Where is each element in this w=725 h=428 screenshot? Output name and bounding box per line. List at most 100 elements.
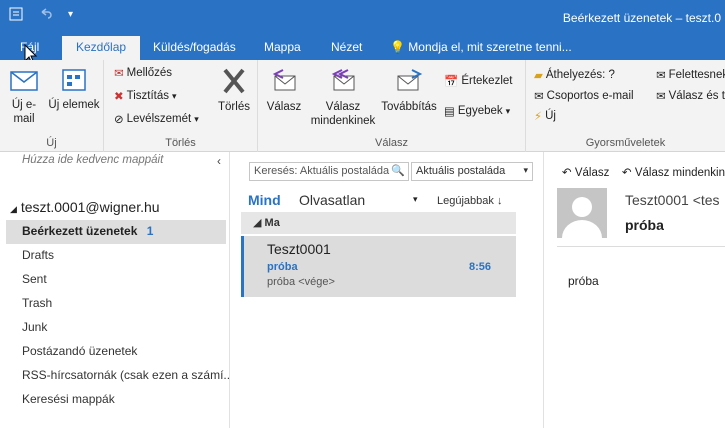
message-sender: Teszt0001: [267, 241, 331, 257]
filter-dropdown-icon[interactable]: ▾: [413, 194, 418, 205]
customize-qat-icon[interactable]: ▾: [68, 9, 73, 20]
search-placeholder: Keresés: Aktuális postaláda: [254, 165, 390, 177]
account-header[interactable]: ◢ teszt.0001@wigner.hu: [10, 199, 160, 215]
meeting-label: Értekezlet: [461, 75, 513, 87]
folder-pane: Húzza ide kedvenc mappáit ‹ ◢ teszt.0001…: [0, 152, 233, 428]
email-icon: ✉: [534, 91, 544, 103]
reply-label: Válasz: [266, 101, 302, 113]
filter-all[interactable]: Mind: [248, 192, 281, 208]
send-receive-icon[interactable]: [8, 6, 24, 22]
lightbulb-icon: 💡: [390, 40, 405, 54]
folder-search[interactable]: Keresési mappák: [22, 392, 115, 406]
group-new: Új e-mail Új elemek Új: [0, 60, 104, 152]
favorites-hint: Húzza ide kedvenc mappáit: [22, 154, 164, 166]
delete-label: Törlés: [218, 101, 250, 113]
reading-reply-label: Válasz: [574, 167, 610, 179]
meeting-button[interactable]: 📅 Értekezlet: [444, 74, 512, 88]
sort-button[interactable]: Legújabbak ↓: [437, 195, 502, 207]
delete-icon: [223, 68, 245, 94]
reading-sender: Teszt0001 <tes: [625, 192, 720, 208]
chevron-down-icon: ▾: [172, 90, 177, 101]
search-input[interactable]: Keresés: Aktuális postaláda 🔍: [249, 162, 409, 181]
tell-me-box[interactable]: 💡 Mondja el, mit szeretne tenni...: [390, 40, 572, 54]
folder-junk[interactable]: Junk: [22, 320, 47, 334]
group-header-label: Ma: [264, 217, 280, 229]
reading-divider: [557, 246, 725, 247]
sort-label: Legújabbak: [437, 195, 494, 207]
person-icon: [562, 197, 602, 238]
quickstep-to-manager[interactable]: ✉ Felettesnek: [656, 68, 725, 82]
group-new-label: Új: [46, 137, 57, 149]
chevron-down-icon: ▾: [523, 165, 528, 175]
new-items-icon: [62, 69, 86, 91]
tab-home[interactable]: Kezdőlap: [62, 36, 141, 60]
junk-button[interactable]: ⊘ Levélszemét ▾: [114, 112, 199, 126]
new-items-button[interactable]: Új elemek: [46, 66, 102, 112]
group-header-today[interactable]: ◢ Ma: [241, 212, 516, 234]
cleanup-icon: ✖: [114, 91, 124, 103]
new-email-icon: [10, 71, 38, 91]
tab-view[interactable]: Nézet: [331, 40, 362, 54]
collapse-triangle-icon: ◢: [253, 217, 262, 229]
ribbon: Új e-mail Új elemek Új ✉ Mellőzés ✖ Tisztí…: [0, 60, 725, 152]
unread-count: 1: [146, 224, 154, 238]
search-scope-dropdown[interactable]: Aktuális postaláda ▾: [411, 162, 533, 181]
folder-outbox[interactable]: Postázandó üzenetek: [22, 344, 137, 358]
folder-inbox[interactable]: Beérkezett üzenetek 1: [22, 224, 153, 238]
reply-all-icon: ↶: [622, 167, 632, 179]
filter-bar: Mind Olvasatlan ▾ Legújabbak ↓: [248, 192, 538, 210]
tab-send-receive[interactable]: Küldés/fogadás: [153, 40, 236, 54]
avatar: [557, 188, 607, 238]
reply-all-button[interactable]: Válasz mindenkinek: [308, 66, 378, 128]
collapse-pane-icon[interactable]: ‹: [217, 154, 221, 168]
folder-trash[interactable]: Trash: [22, 296, 52, 310]
forward-icon: ✉: [656, 70, 666, 82]
forward-label: Továbbítás: [381, 101, 437, 113]
chevron-down-icon: ▾: [194, 113, 199, 124]
folder-drafts[interactable]: Drafts: [22, 248, 54, 262]
quickstep-reply-delete[interactable]: ✉ Válasz és t: [656, 89, 725, 103]
cleanup-label: Tisztítás: [126, 90, 170, 102]
message-item[interactable]: Teszt0001 próba 8:56 próba <vége>: [241, 236, 516, 297]
ignore-button[interactable]: ✉ Mellőzés: [114, 66, 172, 80]
title-bar: ▾ Beérkezett üzenetek – teszt.0: [0, 0, 725, 34]
junk-icon: ⊘: [114, 114, 124, 126]
ignore-label: Mellőzés: [126, 67, 173, 79]
chevron-down-icon: ▾: [505, 105, 511, 116]
group-delete: ✉ Mellőzés ✖ Tisztítás ▾ ⊘ Levélszemét ▾ Törl…: [104, 60, 258, 152]
filter-unread[interactable]: Olvasatlan: [299, 192, 365, 208]
quickstep-team-email[interactable]: ✉ Csoportos e-mail: [534, 89, 634, 103]
new-email-button[interactable]: Új e-mail: [4, 66, 44, 126]
folder-rss[interactable]: RSS-hírcsatornák (csak ezen a számí...: [22, 368, 233, 382]
undo-icon[interactable]: [38, 6, 54, 22]
message-list: Keresés: Aktuális postaláda 🔍 Aktuális p…: [231, 152, 544, 428]
message-time: 8:56: [468, 261, 491, 273]
message-subject: próba: [267, 261, 298, 273]
tell-me-label: Mondja el, mit szeretne tenni...: [408, 40, 572, 54]
quickstep-move-to[interactable]: ▰ Áthelyezés: ?: [534, 68, 615, 82]
reply-button[interactable]: Válasz: [264, 66, 304, 114]
reading-reply-button[interactable]: ↶ Válasz: [562, 165, 609, 179]
new-items-label: Új elemek: [48, 99, 100, 111]
more-button[interactable]: ▤ Egyebek ▾: [444, 104, 510, 118]
new-qs-label: Új: [545, 110, 556, 122]
tab-folder[interactable]: Mappa: [264, 40, 301, 54]
reply-icon: ↶: [562, 167, 572, 179]
new-email-label: Új e-mail: [11, 99, 37, 125]
quickstep-new[interactable]: ⚡ Új: [534, 109, 556, 123]
group-respond: Válasz Válasz mindenkinek Továbbítás 📅 Ér…: [258, 60, 526, 152]
folder-sent[interactable]: Sent: [22, 272, 47, 286]
cleanup-button[interactable]: ✖ Tisztítás ▾: [114, 89, 177, 103]
reading-reply-all-button[interactable]: ↶ Válasz mindenkinek: [622, 165, 725, 179]
forward-button[interactable]: Továbbítás: [380, 66, 438, 114]
delete-button[interactable]: Törlés: [214, 66, 254, 114]
account-name: teszt.0001@wigner.hu: [20, 199, 160, 215]
search-scope-label: Aktuális postaláda: [416, 165, 506, 177]
search-icon: 🔍: [391, 165, 405, 177]
message-preview: próba <vége>: [267, 276, 335, 288]
group-delete-label: Törlés: [165, 137, 196, 149]
to-manager-label: Felettesnek: [668, 69, 725, 81]
collapse-triangle-icon: ◢: [10, 204, 17, 214]
window-title: Beérkezett üzenetek – teszt.0: [562, 11, 721, 25]
calendar-icon: 📅: [444, 76, 459, 88]
